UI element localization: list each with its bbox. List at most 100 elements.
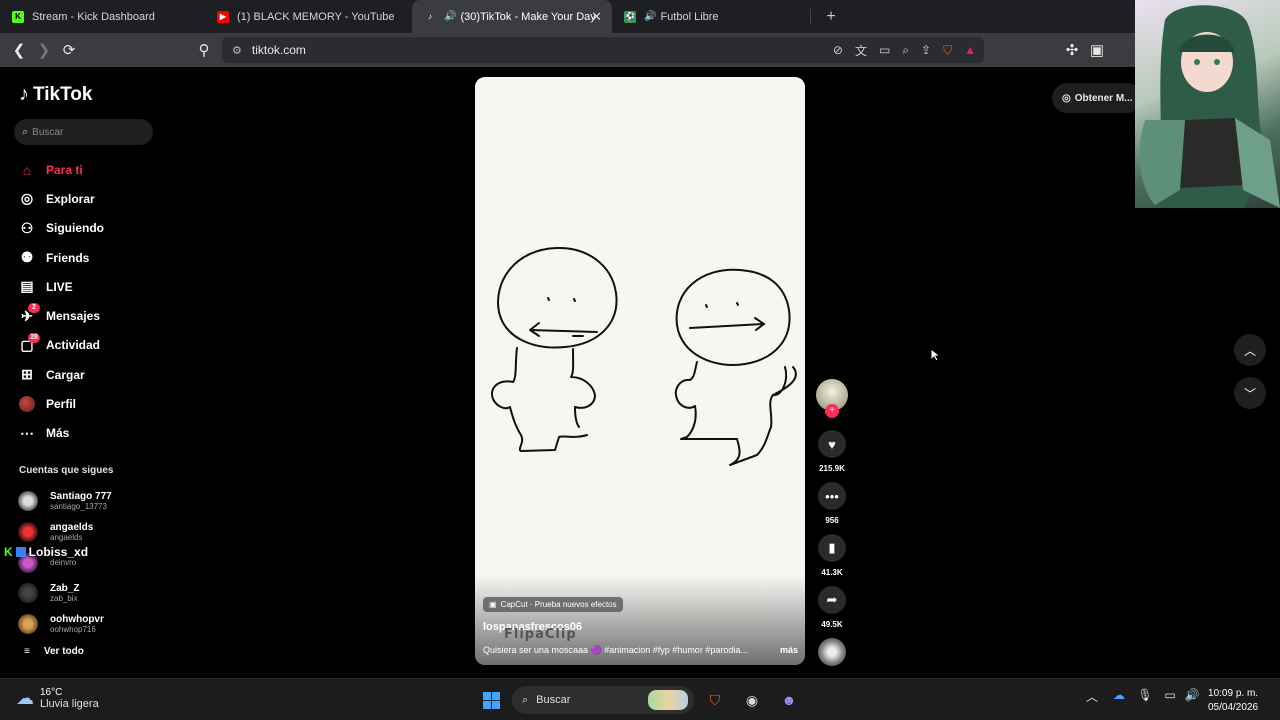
tab-title: (30)TikTok - Make Your Day [460,10,596,23]
search-highlight-icon [648,690,688,710]
rain-cloud-icon: ☁ [16,688,34,708]
address-bar[interactable]: ⚙ tiktok.com ⊘ 文 ▭ ⌕ ⇪ ⛉ ▲ [222,37,984,63]
sidebar-item-mas[interactable]: ⋯ Más [18,419,158,448]
weather-widget[interactable]: ☁ 16°C Lluvia ligera [16,687,99,710]
new-tab-button[interactable]: + [821,8,841,26]
search-input[interactable]: ⌕ Buscar [14,119,153,145]
sidebar-icon[interactable]: ▣ [1085,38,1109,62]
get-app-button[interactable]: ◎ Obtener M... [1052,83,1142,113]
sidebar-item-mensajes[interactable]: ✈ 2 Mensajes [18,301,158,330]
avatar [18,522,38,543]
kick-icon: K [4,545,13,559]
see-all-button[interactable]: ≡ Ver todo [24,646,84,657]
sidebar-item-friends[interactable]: ⚉ Friends [18,243,158,272]
save-button[interactable]: ▮ 41.3K [816,534,848,577]
sidebar-item-perfil[interactable]: Perfil [18,389,158,418]
music-disc-icon [818,638,846,666]
bookmark-icon: ▮ [818,534,846,562]
follow-plus-icon[interactable]: + [825,404,839,418]
obs-icon[interactable]: ◉ [740,688,764,712]
sidebar-item-label: Perfil [46,397,77,412]
reload-icon[interactable]: ⟳ [57,38,81,62]
address-toolbar: ❮ ❯ ⟳ ⚲ ⚙ tiktok.com ⊘ 文 ▭ ⌕ ⇪ ⛉ ▲ ✣ ▣ [0,33,1280,67]
share-button[interactable]: ➦ 49.5K [816,586,848,629]
microphone-icon[interactable]: 🎙 [1136,688,1154,702]
youtube-icon: ▶ [217,10,229,23]
clock-time: 10:09 p. m. [1208,688,1259,699]
cast-icon[interactable]: ▭ [879,43,890,57]
vtuber-avatar-image [1139,5,1280,208]
onedrive-icon[interactable]: ☁ [1110,688,1128,702]
sidebar-item-label: Friends [46,250,90,265]
brave-shield-icon[interactable]: ⛉ [943,43,952,58]
system-clock[interactable]: 10:09 p. m. 05/04/2026 [1208,687,1258,715]
clock-date: 05/04/2026 [1208,702,1259,713]
share-icon[interactable]: ⇪ [921,43,931,57]
tray-chevron-up-icon[interactable]: ︿ [1083,688,1101,705]
tab-youtube[interactable]: ▶ (1) BLACK MEMORY - YouTube [205,0,412,33]
network-icon[interactable]: ▭ [1161,688,1179,702]
brave-browser-icon[interactable]: ⛉ [703,688,727,712]
mute-icon[interactable]: ⊘ [833,43,843,57]
capcut-effect-tag[interactable]: ▣ CapCut · Prueba nuevos efectos [483,597,623,612]
windows-start-icon[interactable] [479,688,503,712]
site-info-icon[interactable]: ⚙ [232,44,242,57]
account-name: oohwhopvr [50,614,104,626]
following-account[interactable]: Zab_Z zab_bix [18,578,158,609]
search-icon: ⌕ [22,125,29,138]
avatar-eye-left [1194,59,1200,65]
following-section-title: Cuentas que sigues [19,465,114,476]
brave-rewards-icon[interactable]: ▲ [964,43,976,57]
like-button[interactable]: ♥ 215.9K [816,430,848,473]
account-handle: deinvro [50,558,77,568]
sidebar-item-cargar[interactable]: ⊞ Cargar [18,360,158,389]
following-account[interactable]: oohwhopvr oohwhop716 [18,609,158,640]
comment-count: 956 [825,516,839,525]
tab-tiktok[interactable]: ♪ 🔊 (30)TikTok - Make Your Day ✕ [412,0,612,33]
video-player[interactable]: ▣ CapCut · Prueba nuevos efectos lospana… [475,77,805,665]
upload-icon: ⊞ [21,366,33,383]
back-arrow-icon[interactable]: ❮ [7,38,31,62]
video-description: Quisiera ser una moscaaa 🟣 #animacion #f… [483,645,798,656]
url-text: tiktok.com [251,43,306,57]
creator-avatar[interactable]: + [816,379,848,418]
sidebar-item-live[interactable]: ▤ LIVE [18,272,158,301]
tiktok-page: ♪ TikTok ⌕ Buscar ⌂ Para ti ◎ Explorar ⚇… [4,67,1280,678]
sidebar-item-para-ti[interactable]: ⌂ Para ti [18,155,158,184]
sidebar-item-actividad[interactable]: ▢ 28 Actividad [18,331,158,360]
following-account[interactable]: angaelds angaelds [18,517,158,548]
webcam-avatar-overlay [1135,0,1280,208]
previous-video-button[interactable]: ︿ [1234,334,1266,366]
close-tab-icon[interactable]: ✕ [591,9,602,25]
messenger-icon[interactable]: ☻ [777,688,801,712]
sidebar-item-label: Siguiendo [46,221,104,236]
comment-button[interactable]: ••• 956 [816,482,848,525]
tab-kick-dashboard[interactable]: K Stream - Kick Dashboard [0,0,205,33]
sidebar-item-label: Explorar [46,191,95,206]
search-placeholder: Buscar [32,126,64,138]
volume-icon[interactable]: 🔊 [1183,688,1201,702]
sidebar-item-explorar[interactable]: ◎ Explorar [18,184,158,213]
logo-text: TikTok [33,83,93,105]
taskbar-search[interactable]: ⌕ Buscar [512,686,694,714]
forward-arrow-icon[interactable]: ❯ [32,38,56,62]
tab-futbol-libre[interactable]: ⚽ 🔊 Futbol Libre [612,0,810,33]
tiktok-icon: ♪ [428,12,432,21]
tiktok-logo[interactable]: ♪ TikTok [19,83,92,106]
more-link[interactable]: más [780,645,798,656]
sidebar-item-siguiendo[interactable]: ⚇ Siguiendo [18,214,158,243]
following-account[interactable]: Santiago 777 santiago_13773 [18,486,158,517]
music-disc[interactable] [816,638,848,666]
next-video-button[interactable]: ﹀ [1234,377,1266,409]
account-name: Santiago 777 [50,491,112,503]
save-count: 41.3K [821,568,843,577]
download-icon: ◎ [1062,92,1071,104]
weather-desc: Lluvia ligera [40,698,99,710]
extensions-icon[interactable]: ✣ [1060,38,1084,62]
account-handle: angaelds [50,533,83,543]
bookmark-icon[interactable]: ⚲ [192,38,216,62]
zoom-icon[interactable]: ⌕ [902,43,909,58]
translate-icon[interactable]: 文 [855,42,867,59]
weather-temp: 16°C [40,687,63,698]
heart-icon: ♥ [818,430,846,458]
